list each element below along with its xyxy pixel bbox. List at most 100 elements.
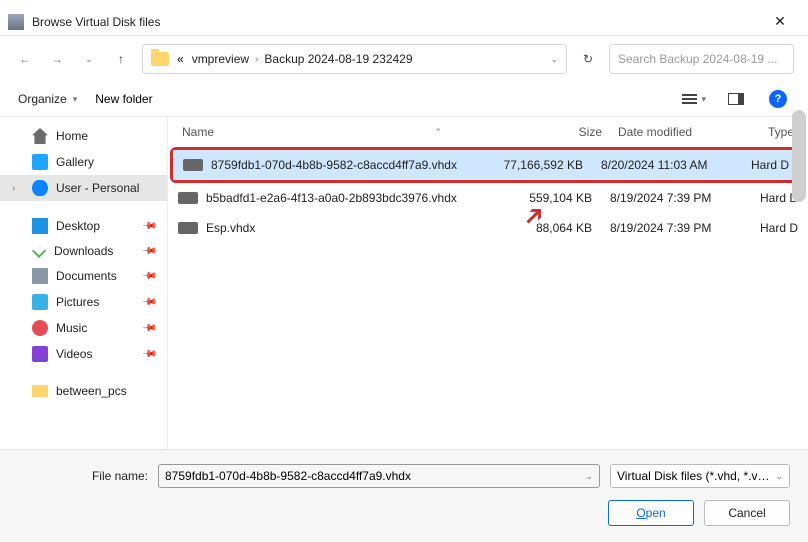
close-button[interactable]: ✕ — [760, 13, 800, 30]
list-icon — [682, 92, 697, 106]
sidebar-item-label: Home — [56, 129, 88, 143]
search-input[interactable]: Search Backup 2024-08-19 ... — [609, 44, 794, 74]
bottom-bar: File name: 8759fdb1-070d-4b8b-9582-c8acc… — [0, 449, 808, 542]
sidebar-item-label: between_pcs — [56, 384, 127, 398]
recent-dropdown[interactable]: ⌄ — [78, 48, 100, 70]
column-size[interactable]: Size — [490, 125, 610, 139]
chevron-right-icon[interactable]: › — [12, 183, 24, 194]
open-button[interactable]: Open — [608, 500, 694, 526]
file-row[interactable]: 8759fdb1-070d-4b8b-9582-c8accd4ff7a9.vhd… — [173, 150, 799, 180]
file-name: 8759fdb1-070d-4b8b-9582-c8accd4ff7a9.vhd… — [211, 158, 481, 172]
file-size: 88,064 KB — [490, 221, 610, 235]
sidebar-item-documents[interactable]: Documents📌 — [0, 263, 167, 289]
sidebar-item-home[interactable]: Home — [0, 123, 167, 149]
folder-icon — [32, 385, 48, 397]
sidebar-item-desktop[interactable]: Desktop📌 — [0, 213, 167, 239]
sidebar-item-label: User - Personal — [56, 181, 139, 195]
sidebar-item-between[interactable]: between_pcs — [0, 379, 167, 403]
breadcrumb[interactable]: vmpreview › Backup 2024-08-19 232429 — [192, 52, 543, 66]
breadcrumb-seg-2[interactable]: Backup 2024-08-19 232429 — [264, 52, 412, 66]
sidebar-item-downloads[interactable]: Downloads 📌 — [0, 239, 167, 263]
organize-button[interactable]: Organize ▾ — [18, 92, 77, 106]
sort-indicator-icon: ⌃ — [434, 127, 442, 138]
breadcrumb-prefix: « — [177, 52, 184, 66]
help-button[interactable]: ? — [766, 88, 790, 110]
file-date: 8/20/2024 11:03 AM — [601, 158, 751, 172]
pictures-icon — [32, 294, 48, 310]
file-row[interactable]: b5badfd1-e2a6-4f13-a0a0-2b893bdc3976.vhd… — [168, 183, 808, 213]
forward-button[interactable]: → — [46, 48, 68, 70]
disk-icon — [178, 192, 198, 204]
back-button[interactable]: ← — [14, 48, 36, 70]
main-area: Home Gallery › User - Personal Desktop📌 D… — [0, 117, 808, 455]
sidebar-item-label: Videos — [56, 347, 92, 361]
pin-icon: 📌 — [140, 243, 157, 260]
file-name: Esp.vhdx — [206, 221, 490, 235]
up-button[interactable]: ↑ — [110, 48, 132, 70]
filename-label: File name: — [18, 469, 148, 483]
chevron-down-icon: ▾ — [73, 94, 78, 105]
videos-icon — [32, 346, 48, 362]
file-list: Name⌃ Size Date modified Type 8759fdb1-0… — [168, 117, 808, 455]
file-size: 559,104 KB — [490, 191, 610, 205]
view-button[interactable]: ▾ — [682, 88, 706, 110]
filename-row: File name: 8759fdb1-070d-4b8b-9582-c8acc… — [18, 464, 790, 488]
filename-input[interactable]: 8759fdb1-070d-4b8b-9582-c8accd4ff7a9.vhd… — [158, 464, 600, 488]
toolbar: Organize ▾ New folder ▾ ? — [0, 82, 808, 117]
sidebar-item-user[interactable]: › User - Personal — [0, 175, 167, 201]
organize-label: Organize — [18, 92, 67, 106]
sidebar-item-label: Pictures — [56, 295, 99, 309]
folder-icon — [151, 52, 169, 66]
pin-icon: 📌 — [140, 294, 157, 311]
chevron-right-icon: › — [255, 54, 258, 65]
new-folder-button[interactable]: New folder — [95, 92, 152, 106]
chevron-down-icon: ⌄ — [775, 471, 783, 482]
desktop-icon — [32, 218, 48, 234]
cloud-icon — [32, 180, 48, 196]
column-date[interactable]: Date modified — [610, 125, 760, 139]
sidebar: Home Gallery › User - Personal Desktop📌 D… — [0, 117, 168, 455]
panel-icon — [728, 93, 744, 105]
preview-pane-button[interactable] — [724, 88, 748, 110]
file-type-filter[interactable]: Virtual Disk files (*.vhd, *.vhdx) ⌄ — [610, 464, 790, 488]
column-name[interactable]: Name⌃ — [174, 125, 490, 139]
sidebar-item-label: Documents — [56, 269, 117, 283]
file-date: 8/19/2024 7:39 PM — [610, 221, 760, 235]
file-date: 8/19/2024 7:39 PM — [610, 191, 760, 205]
disk-icon — [183, 159, 203, 171]
help-icon: ? — [769, 90, 787, 108]
home-icon — [32, 128, 48, 144]
title-bar: Browse Virtual Disk files ✕ — [0, 8, 808, 36]
breadcrumb-seg-1[interactable]: vmpreview — [192, 52, 249, 66]
file-list-header[interactable]: Name⌃ Size Date modified Type — [168, 117, 808, 147]
button-row: Open Cancel — [18, 500, 790, 526]
filename-value: 8759fdb1-070d-4b8b-9582-c8accd4ff7a9.vhd… — [165, 469, 411, 483]
pin-icon: 📌 — [140, 320, 157, 337]
chevron-down-icon: ▾ — [701, 94, 706, 105]
file-size: 77,166,592 KB — [481, 158, 601, 172]
disk-icon — [178, 222, 198, 234]
music-icon — [32, 320, 48, 336]
address-bar[interactable]: « vmpreview › Backup 2024-08-19 232429 ⌄ — [142, 44, 567, 74]
sidebar-item-gallery[interactable]: Gallery — [0, 149, 167, 175]
cancel-button[interactable]: Cancel — [704, 500, 790, 526]
file-name: b5badfd1-e2a6-4f13-a0a0-2b893bdc3976.vhd… — [206, 191, 490, 205]
file-type: Hard D — [760, 221, 808, 235]
sidebar-item-videos[interactable]: Videos📌 — [0, 341, 167, 367]
sidebar-item-music[interactable]: Music 📌 — [0, 315, 167, 341]
documents-icon — [32, 268, 48, 284]
nav-row: ← → ⌄ ↑ « vmpreview › Backup 2024-08-19 … — [0, 36, 808, 82]
gallery-icon — [32, 154, 48, 170]
filter-label: Virtual Disk files (*.vhd, *.vhdx) — [617, 469, 775, 483]
sidebar-item-pictures[interactable]: Pictures 📌 — [0, 289, 167, 315]
window-title: Browse Virtual Disk files — [32, 15, 760, 29]
sidebar-item-label: Gallery — [56, 155, 94, 169]
pin-icon: 📌 — [140, 218, 157, 235]
chevron-down-icon[interactable]: ⌄ — [585, 471, 593, 482]
refresh-button[interactable]: ↻ — [577, 48, 599, 70]
address-dropdown-icon[interactable]: ⌄ — [550, 54, 558, 65]
sidebar-item-label: Music — [56, 321, 87, 335]
search-placeholder: Search Backup 2024-08-19 ... — [618, 52, 777, 66]
sidebar-item-label: Downloads — [54, 244, 113, 258]
file-row[interactable]: Esp.vhdx 88,064 KB 8/19/2024 7:39 PM Har… — [168, 213, 808, 243]
